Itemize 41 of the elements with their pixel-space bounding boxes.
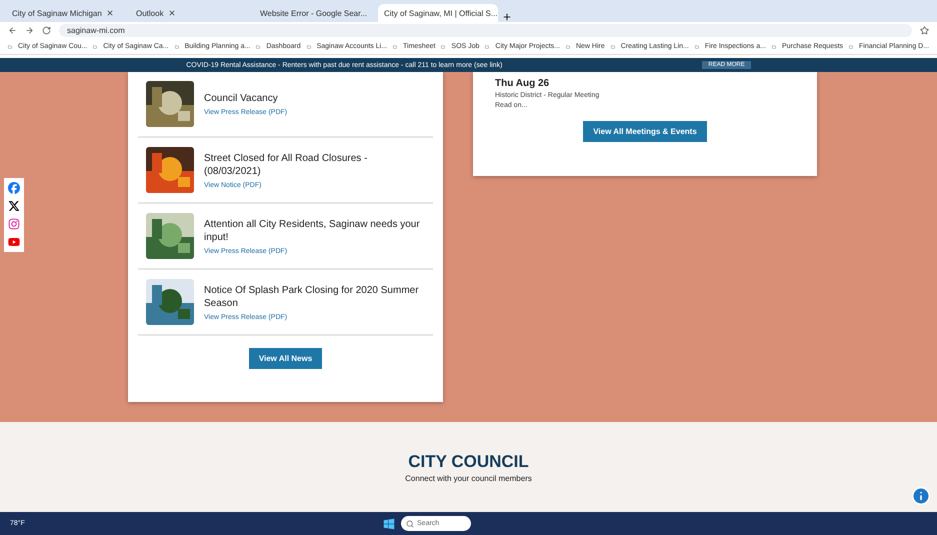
folder-icon (393, 42, 398, 50)
x-logo-icon[interactable] (8, 200, 20, 212)
facebook-icon[interactable] (8, 182, 20, 194)
info-icon[interactable] (911, 486, 931, 506)
youtube-icon[interactable] (8, 236, 20, 248)
forward-icon[interactable] (25, 26, 34, 35)
browser-tab[interactable]: City of Saginaw, MI | Official S... (378, 4, 498, 22)
browser-tab[interactable]: Website Error - Google Sear... (254, 4, 374, 22)
folder-icon (849, 42, 854, 50)
back-icon[interactable] (8, 26, 17, 35)
view-events-button[interactable]: View All Meetings & Events (583, 121, 707, 142)
folder-icon (566, 42, 570, 50)
news-title[interactable]: Notice Of Splash Park Closing for 2020 Summer Season (204, 284, 425, 310)
section-heading: CITY COUNCIL (408, 452, 529, 472)
event-date: Thu Aug 26 (495, 78, 550, 89)
news-title[interactable]: Council Vacancy (204, 92, 288, 106)
address-bar[interactable]: saginaw-mi.com (59, 24, 912, 37)
folder-icon (441, 42, 446, 50)
folder-icon (485, 42, 490, 50)
folder-icon (694, 42, 699, 50)
star-icon[interactable] (920, 26, 929, 35)
close-icon[interactable] (168, 9, 176, 17)
reload-icon[interactable] (42, 26, 51, 35)
folder-icon (610, 42, 615, 50)
folder-icon (772, 42, 776, 50)
folder-icon (93, 42, 98, 50)
folder-icon (256, 42, 260, 50)
section-subheading: Connect with your council members (405, 474, 532, 482)
windows-icon[interactable] (383, 518, 396, 530)
browser-tab[interactable]: City of Saginaw Michigan (6, 4, 126, 22)
browser-tab[interactable]: Outlook (130, 4, 250, 22)
news-title[interactable]: Street Closed for All Road Closures - (08/03/2021) (204, 152, 425, 178)
folder-icon (174, 42, 179, 50)
instagram-icon[interactable] (8, 218, 20, 230)
view-all-news-button[interactable]: View All News (248, 348, 322, 369)
search-icon (406, 520, 414, 528)
close-icon[interactable] (106, 9, 114, 17)
folder-icon (8, 42, 12, 50)
news-title[interactable]: Attention all City Residents, Saginaw needs your input! (204, 218, 425, 244)
plus-icon[interactable] (502, 12, 512, 22)
folder-icon (306, 42, 311, 50)
